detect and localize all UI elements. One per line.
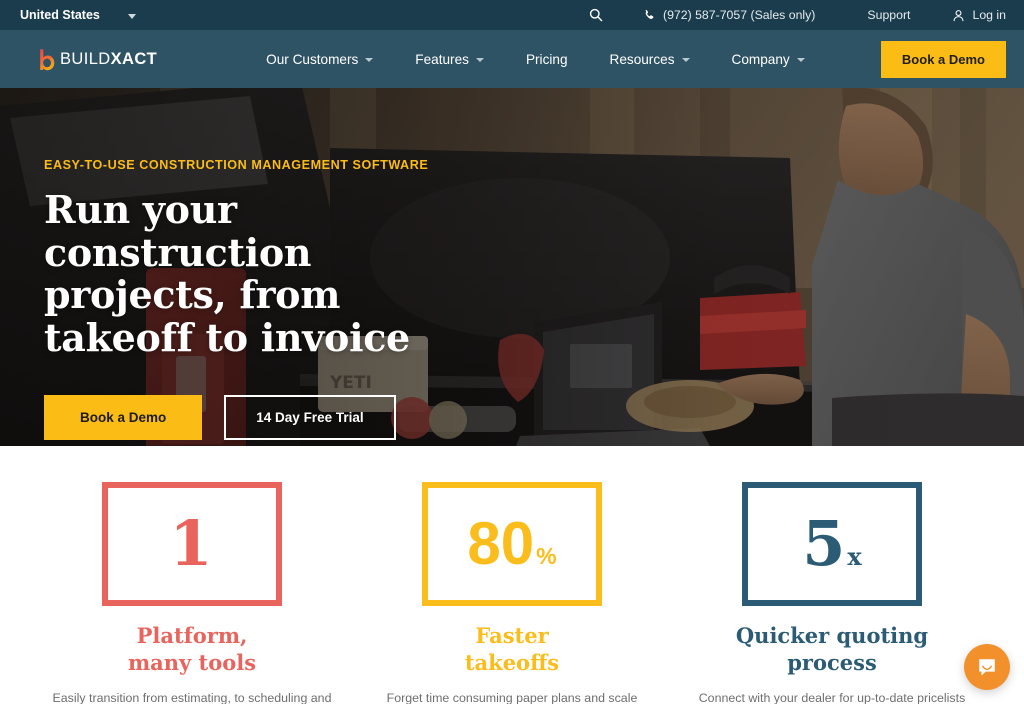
hero-free-trial-button[interactable]: 14 Day Free Trial (224, 395, 396, 441)
hero-book-a-demo-button[interactable]: Book a Demo (44, 395, 203, 441)
phone-icon (643, 9, 656, 22)
stat-number-group: 80% (467, 514, 556, 574)
stat-number: 1 (169, 507, 213, 580)
support-label: Support (867, 8, 911, 22)
logo-text-build: BUILD (60, 49, 111, 68)
search-button[interactable] (589, 8, 603, 22)
stat-heading: Quicker quoting process (735, 623, 929, 675)
stat-suffix: % (536, 543, 557, 569)
nav-links: Our Customers Features Pricing Resources… (245, 52, 826, 67)
support-link[interactable]: Support (867, 8, 910, 22)
book-a-demo-button[interactable]: Book a Demo (880, 40, 1006, 78)
hero-cta-group: Book a Demo 14 Day Free Trial (44, 395, 604, 441)
stat-box: 1 (102, 482, 282, 606)
chat-launcher-button[interactable] (964, 644, 1010, 690)
stats-section: 1 Platform, many tools Easily transition… (0, 446, 1024, 704)
stat-box: 5x (742, 482, 922, 606)
country-selector[interactable]: United States (20, 8, 136, 22)
utility-bar-right: (972) 587-7057 (Sales only) Support Log … (589, 8, 1006, 22)
stat-card-quoting: 5x Quicker quoting process Connect with … (672, 482, 992, 704)
stat-description: Easily transition from estimating, to sc… (52, 690, 332, 704)
hero-content: EASY-TO-USE CONSTRUCTION MANAGEMENT SOFT… (44, 158, 604, 441)
stat-number-group: 1 (169, 513, 214, 575)
nav-item-resources[interactable]: Resources (589, 52, 711, 67)
nav-label: Company (731, 51, 790, 67)
hero-section: YETI EASY-TO-USE CONSTRUCTION MANAGEMEN (0, 88, 1024, 446)
phone-number: (972) 587-7057 (Sales only) (662, 8, 816, 22)
user-icon (952, 9, 965, 22)
chat-bubble-icon (976, 656, 998, 678)
login-link[interactable]: Log in (952, 8, 1006, 22)
buildxact-b-logo-icon (38, 48, 55, 71)
chevron-down-icon (681, 58, 690, 62)
chevron-down-icon (475, 58, 484, 62)
country-label: United States (20, 8, 100, 22)
stat-number-group: 5x (802, 513, 861, 575)
chevron-down-icon (365, 58, 374, 62)
logo-text-xact: XACT (110, 49, 158, 68)
nav-item-pricing[interactable]: Pricing (505, 52, 589, 67)
utility-bar: United States (972) 587-7057 (Sales only… (0, 0, 1024, 30)
chevron-down-icon (796, 58, 805, 62)
nav-item-features[interactable]: Features (394, 52, 505, 67)
stat-heading: Faster takeoffs (464, 623, 560, 675)
stat-description: Connect with your dealer for up-to-date … (698, 690, 966, 704)
stat-card-takeoffs: 80% Faster takeoffs Forget time consumin… (352, 482, 672, 704)
nav-item-our-customers[interactable]: Our Customers (245, 52, 394, 67)
stat-number: 5 (802, 507, 846, 580)
login-label: Log in (972, 8, 1006, 22)
nav-label: Features (415, 51, 469, 67)
stat-box: 80% (422, 482, 602, 606)
nav-label: Our Customers (266, 51, 359, 67)
hero-headline: Run your construction projects, from tak… (44, 187, 410, 360)
nav-label: Pricing (525, 51, 568, 67)
stat-suffix: x (847, 542, 862, 571)
nav-label: Resources (609, 51, 675, 67)
phone-link[interactable]: (972) 587-7057 (Sales only) (643, 8, 815, 22)
stat-number: 80 (467, 510, 535, 577)
search-icon (589, 8, 603, 22)
chevron-down-icon (127, 13, 136, 19)
site-logo[interactable]: BUILDXACT (38, 48, 157, 71)
nav-item-company[interactable]: Company (711, 52, 826, 67)
stat-card-platform: 1 Platform, many tools Easily transition… (32, 482, 352, 704)
stat-description: Forget time consuming paper plans and sc… (386, 690, 638, 704)
logo-wordmark: BUILDXACT (60, 50, 157, 69)
stat-heading: Platform, many tools (127, 623, 257, 675)
hero-eyebrow: EASY-TO-USE CONSTRUCTION MANAGEMENT SOFT… (44, 158, 429, 172)
main-navigation: BUILDXACT Our Customers Features Pricing… (0, 30, 1024, 88)
